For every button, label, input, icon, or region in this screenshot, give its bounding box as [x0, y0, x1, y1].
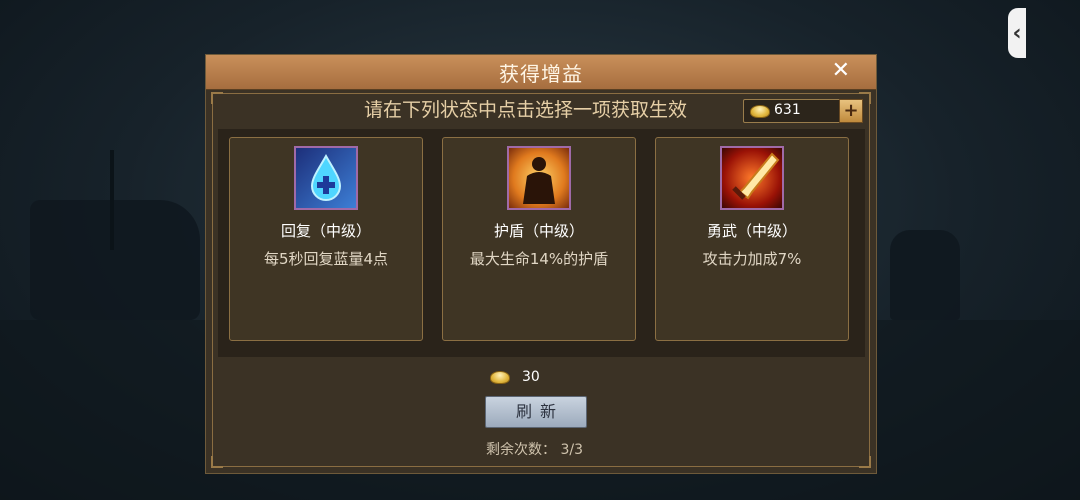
gold-ingot-icon: [490, 371, 510, 384]
refresh-button[interactable]: 刷新: [485, 396, 587, 428]
flaming-sword-icon: [720, 146, 784, 210]
gold-ingot-icon: [750, 105, 770, 118]
buff-name: 护盾（中级）: [493, 222, 584, 240]
frame-corner: [859, 456, 871, 468]
instruction-text: 请在下列状态中点击选择一项获取生效: [364, 99, 688, 121]
buff-card-valor[interactable]: 勇武（中级） 攻击力加成7%: [655, 137, 849, 341]
frame-corner: [211, 92, 223, 104]
blue-droplet-plus-icon: [294, 146, 358, 210]
close-icon[interactable]: ✕: [832, 58, 850, 83]
currency-amount: 631: [774, 102, 801, 118]
background-ship-left: [30, 200, 200, 320]
background-mast: [110, 150, 114, 250]
refresh-cost-value: 30: [522, 369, 540, 385]
buff-description: 攻击力加成7%: [702, 250, 802, 268]
frame-corner: [211, 456, 223, 468]
buff-name: 回复（中级）: [280, 222, 371, 240]
buff-card-shield[interactable]: 护盾（中级） 最大生命14%的护盾: [442, 137, 636, 341]
remaining-count: 剩余次数： 3/3: [486, 442, 583, 458]
buff-description: 每5秒回复蓝量4点: [263, 250, 389, 268]
dialog-title-bar: 获得增益 ✕: [206, 55, 876, 90]
buff-description: 最大生命14%的护盾: [469, 250, 609, 268]
add-currency-button[interactable]: +: [839, 99, 863, 123]
background-ship-right: [890, 230, 960, 320]
shield-warrior-icon: [507, 146, 571, 210]
buff-dialog: 获得增益 ✕ 请在下列状态中点击选择一项获取生效 631 + 回复（中级） 每5…: [205, 54, 877, 474]
collapse-side-panel-button[interactable]: ‹: [1008, 8, 1026, 58]
dialog-title: 获得增益: [499, 61, 583, 86]
buff-name: 勇武（中级）: [706, 222, 797, 240]
buff-card-recovery[interactable]: 回复（中级） 每5秒回复蓝量4点: [229, 137, 423, 341]
currency-display: 631 +: [743, 99, 863, 123]
buff-options: 回复（中级） 每5秒回复蓝量4点 护盾（中级） 最大生命14%的护盾 勇武（中级…: [218, 129, 865, 357]
